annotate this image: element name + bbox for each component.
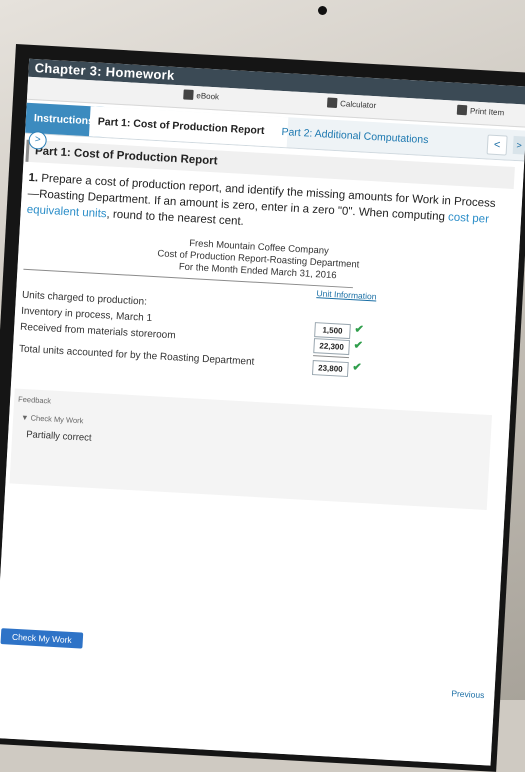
chevron-right-icon[interactable]: > [512, 135, 525, 155]
print-icon [456, 104, 468, 116]
print-label: Print Item [469, 105, 505, 117]
feedback-status: Partially correct [25, 429, 92, 444]
calculator-button[interactable]: Calculator [326, 97, 377, 110]
screen-frame: Chapter 3: Homework eBook Calculator Pri… [0, 44, 525, 772]
feedback-panel: Feedback ▼ Check My Work Partially corre… [9, 388, 493, 511]
previous-button[interactable]: Previous [451, 688, 485, 700]
feedback-label: Feedback [17, 394, 52, 406]
total-divider [313, 355, 350, 359]
print-button[interactable]: Print Item [456, 104, 505, 118]
camera-dot [318, 6, 327, 15]
row-label: Inventory in process, March 1 [20, 305, 153, 325]
book-icon [183, 89, 194, 100]
row-label: Total units accounted for by the Roastin… [18, 343, 255, 368]
check-icon: ✔ [353, 339, 364, 352]
main-content: Part 1: Cost of Production Report 1. Pre… [0, 133, 525, 766]
check-my-work-toggle[interactable]: ▼ Check My Work [21, 413, 84, 425]
check-icon: ✔ [352, 361, 363, 374]
row-label: Received from materials storeroom [19, 321, 176, 342]
inventory-march-1-input[interactable]: 1,500 [314, 322, 351, 340]
unit-information-header[interactable]: Unit Information [316, 288, 376, 301]
check-icon: ✔ [354, 323, 365, 336]
check-my-work-button[interactable]: Check My Work [0, 628, 84, 649]
row-label: Units charged to production: [21, 289, 148, 308]
chevron-left-icon[interactable]: < [486, 134, 508, 156]
instruction-tail: , round to the nearest cent. [106, 208, 245, 228]
received-from-storeroom-input[interactable]: 22,300 [313, 338, 350, 356]
calculator-label: Calculator [339, 98, 377, 110]
ebook-label: eBook [196, 90, 220, 101]
calculator-icon [326, 97, 338, 109]
total-units-input[interactable]: 23,800 [311, 360, 349, 378]
browser-screen: Chapter 3: Homework eBook Calculator Pri… [0, 58, 525, 766]
ebook-button[interactable]: eBook [183, 89, 219, 101]
